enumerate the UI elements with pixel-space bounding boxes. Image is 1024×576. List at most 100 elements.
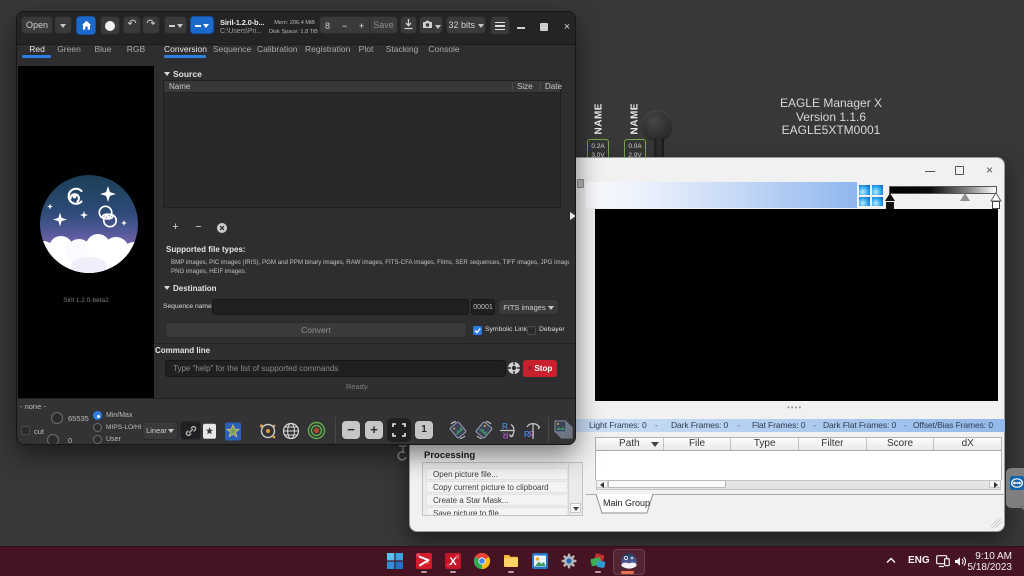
fit-to-window-button[interactable] xyxy=(387,418,411,442)
column-filter[interactable]: Filter xyxy=(799,438,867,450)
bit-depth-dropdown[interactable]: 32 bits xyxy=(446,16,486,34)
tab-main-group[interactable]: Main Group xyxy=(595,493,655,514)
minimize-button[interactable] xyxy=(916,161,944,181)
zoom-in-button[interactable]: + xyxy=(359,18,364,33)
zoom-100-button[interactable]: 1 xyxy=(415,421,433,439)
flip-vertical-button[interactable]: R R xyxy=(523,420,543,444)
redo-button[interactable]: ↷ xyxy=(142,16,160,34)
astrometry-button[interactable] xyxy=(282,422,300,444)
white-point-handle[interactable] xyxy=(992,201,1000,209)
sequence-name-input[interactable] xyxy=(212,299,469,315)
source-file-list[interactable]: Name Size Date xyxy=(163,80,562,208)
record-button[interactable] xyxy=(100,15,120,35)
mid-point-marker[interactable] xyxy=(960,193,970,201)
radio-mips[interactable] xyxy=(93,423,102,432)
taskbar-app-siril[interactable] xyxy=(621,553,637,569)
destination-expander[interactable]: Destination xyxy=(164,284,217,293)
swap-tool-button[interactable] xyxy=(164,16,187,34)
tray-expand-chevron[interactable] xyxy=(886,557,896,564)
tab-red[interactable]: Red xyxy=(23,43,51,55)
close-button[interactable]: × xyxy=(978,161,1006,181)
list-item-save-picture[interactable]: Save picture to file... xyxy=(426,507,568,515)
horizontal-scrollbar[interactable] xyxy=(596,480,1001,490)
source-expander[interactable]: Source xyxy=(164,69,202,79)
zoom-out-button[interactable]: − xyxy=(342,421,360,439)
channel-link-button[interactable] xyxy=(180,421,201,440)
image-preview[interactable] xyxy=(595,209,998,401)
open-button[interactable]: Open xyxy=(21,16,53,34)
save-as-button[interactable] xyxy=(400,16,417,34)
symbolic-link-checkbox[interactable] xyxy=(473,326,482,335)
rotate-right-button[interactable] xyxy=(474,420,494,444)
screen-transfer-icon[interactable] xyxy=(859,185,884,207)
save-button[interactable]: Save xyxy=(369,16,398,34)
active-tool-button[interactable] xyxy=(190,16,214,34)
minimize-button[interactable] xyxy=(513,19,529,35)
scroll-down-button[interactable] xyxy=(570,503,581,513)
taskbar-app-explorer[interactable] xyxy=(503,553,519,569)
tab-rgb[interactable]: RGB xyxy=(122,43,150,55)
image-display-area[interactable]: Siril 1.2.0-beta2 xyxy=(18,66,154,398)
file-table-body[interactable] xyxy=(595,451,1002,480)
cut-checkbox[interactable] xyxy=(21,426,30,435)
scrollbar-thumb[interactable] xyxy=(608,480,726,488)
flip-horizontal-button[interactable]: R R xyxy=(499,420,519,444)
annotations-button[interactable] xyxy=(307,421,326,444)
column-name[interactable]: Name xyxy=(169,81,190,93)
open-dropdown-button[interactable] xyxy=(54,16,72,34)
taskbar-clock[interactable]: 9:10 AM 5/18/2023 xyxy=(930,551,1013,573)
photometry-star-button[interactable] xyxy=(224,422,242,444)
maximize-button[interactable] xyxy=(536,19,552,35)
resize-grip[interactable] xyxy=(991,518,1001,528)
zoom-in-button[interactable]: + xyxy=(365,421,383,439)
column-date[interactable]: Date xyxy=(545,81,562,93)
taskbar-app-x[interactable]: X xyxy=(445,553,461,569)
column-file[interactable]: File xyxy=(664,438,732,450)
menu-button[interactable] xyxy=(490,15,510,35)
negative-view-button[interactable] xyxy=(202,423,218,444)
taskbar-app-chrome[interactable] xyxy=(473,552,491,569)
maximize-button[interactable] xyxy=(946,161,974,181)
taskbar-app-eagle[interactable] xyxy=(590,553,606,569)
tab-blue[interactable]: Blue xyxy=(89,43,117,55)
close-button[interactable]: × xyxy=(559,19,575,35)
radio-user[interactable] xyxy=(93,435,102,444)
sequence-list-button[interactable] xyxy=(553,419,574,444)
zoom-spinner[interactable]: 8 − + xyxy=(319,16,373,34)
scroll-left-button[interactable] xyxy=(596,480,608,488)
tab-conversion[interactable]: Conversion xyxy=(164,43,207,55)
splitter-handle[interactable]: •••• xyxy=(787,404,803,412)
file-table-header[interactable]: Path File Type Filter Score dX xyxy=(595,437,1002,451)
list-item-star-mask[interactable]: Create a Star Mask... xyxy=(426,494,568,506)
list-item-open-picture[interactable]: Open picture file... xyxy=(426,468,568,480)
counter-field[interactable]: 00001 xyxy=(471,299,495,315)
scroll-right-button[interactable] xyxy=(989,480,1001,488)
tab-stacking[interactable]: Stacking xyxy=(385,43,419,55)
teamviewer-bubble[interactable] xyxy=(1006,468,1024,517)
column-type[interactable]: Type xyxy=(731,438,800,450)
undo-button[interactable]: ↶ xyxy=(123,16,141,34)
tab-plot[interactable]: Plot xyxy=(355,43,377,55)
start-button[interactable] xyxy=(387,553,403,569)
list-item-copy-picture[interactable]: Copy current picture to clipboard xyxy=(426,481,568,493)
snapshot-button[interactable] xyxy=(419,16,443,34)
add-files-button[interactable]: + xyxy=(167,220,184,235)
column-path[interactable]: Path xyxy=(596,438,664,450)
convert-button[interactable]: Convert xyxy=(165,322,467,338)
column-score[interactable]: Score xyxy=(867,438,935,450)
black-point-marker[interactable] xyxy=(885,193,895,201)
panel-expander-arrow[interactable] xyxy=(570,212,575,220)
column-dx[interactable]: dX xyxy=(934,438,1001,450)
scale-mode-dropdown[interactable]: Linear xyxy=(142,421,178,440)
taskbar-app-photos[interactable] xyxy=(532,553,548,569)
tab-sequence[interactable]: Sequence xyxy=(213,43,251,55)
processing-scrollbar[interactable] xyxy=(568,463,581,515)
lo-spin[interactable] xyxy=(47,434,59,444)
tab-console[interactable]: Console xyxy=(427,43,461,55)
format-dropdown[interactable]: FITS images xyxy=(498,299,559,315)
taskbar-app-settings[interactable] xyxy=(561,553,577,569)
command-input[interactable]: Type "help" for the list of supported co… xyxy=(165,360,506,377)
radio-minmax[interactable] xyxy=(93,411,102,420)
hi-spin[interactable] xyxy=(51,412,63,424)
taskbar-app-scripts[interactable] xyxy=(416,553,432,569)
